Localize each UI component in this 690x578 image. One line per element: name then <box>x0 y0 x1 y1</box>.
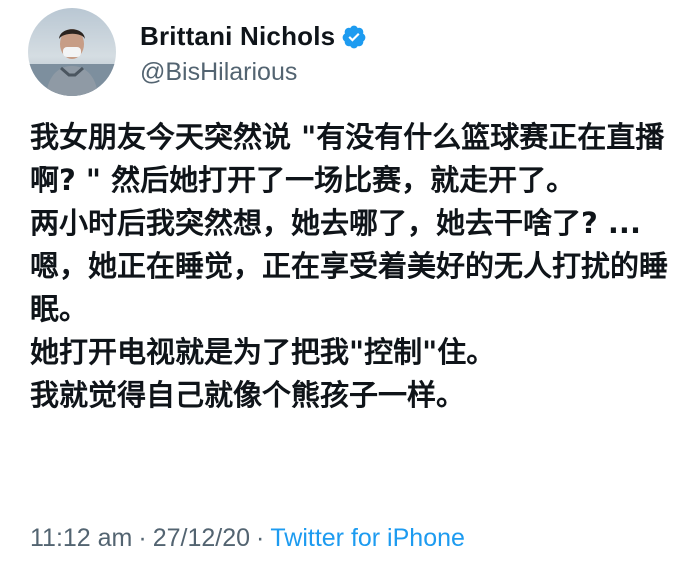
tweet-source-link[interactable]: Twitter for iPhone <box>270 524 465 553</box>
footer-separator: · <box>138 524 147 552</box>
footer-separator: · <box>256 524 265 552</box>
tweet-header: Brittani Nichols @BisHilarious <box>28 8 367 96</box>
name-row: Brittani Nichols <box>140 18 367 56</box>
author-handle[interactable]: @BisHilarious <box>140 58 367 87</box>
avatar-image <box>28 8 116 96</box>
avatar[interactable] <box>28 8 116 96</box>
tweet-card: Brittani Nichols @BisHilarious 我女朋友今天突然说… <box>0 0 690 578</box>
tweet-footer: 11:12 am · 27/12/20 · Twitter for iPhone <box>30 524 465 553</box>
tweet-date[interactable]: 27/12/20 <box>153 524 250 553</box>
tweet-time[interactable]: 11:12 am <box>30 524 132 553</box>
author-display-name[interactable]: Brittani Nichols <box>140 21 335 52</box>
verified-badge-icon <box>341 24 367 50</box>
author-identity: Brittani Nichols @BisHilarious <box>140 18 367 87</box>
tweet-text: 我女朋友今天突然说 "有没有什么篮球赛正在直播啊? " 然后她打开了一场比赛，就… <box>30 120 669 412</box>
